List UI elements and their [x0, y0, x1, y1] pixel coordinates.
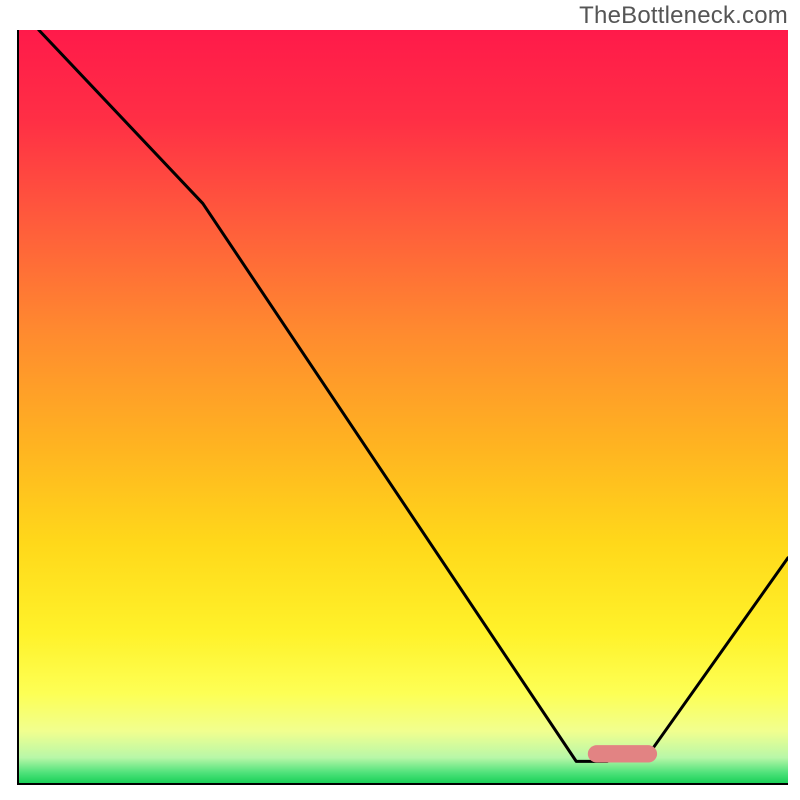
gradient-background [18, 30, 788, 784]
chart-container: TheBottleneck.com [0, 0, 800, 800]
watermark-text: TheBottleneck.com [579, 2, 788, 30]
bottleneck-chart [0, 0, 800, 800]
marker-bar [588, 745, 657, 762]
